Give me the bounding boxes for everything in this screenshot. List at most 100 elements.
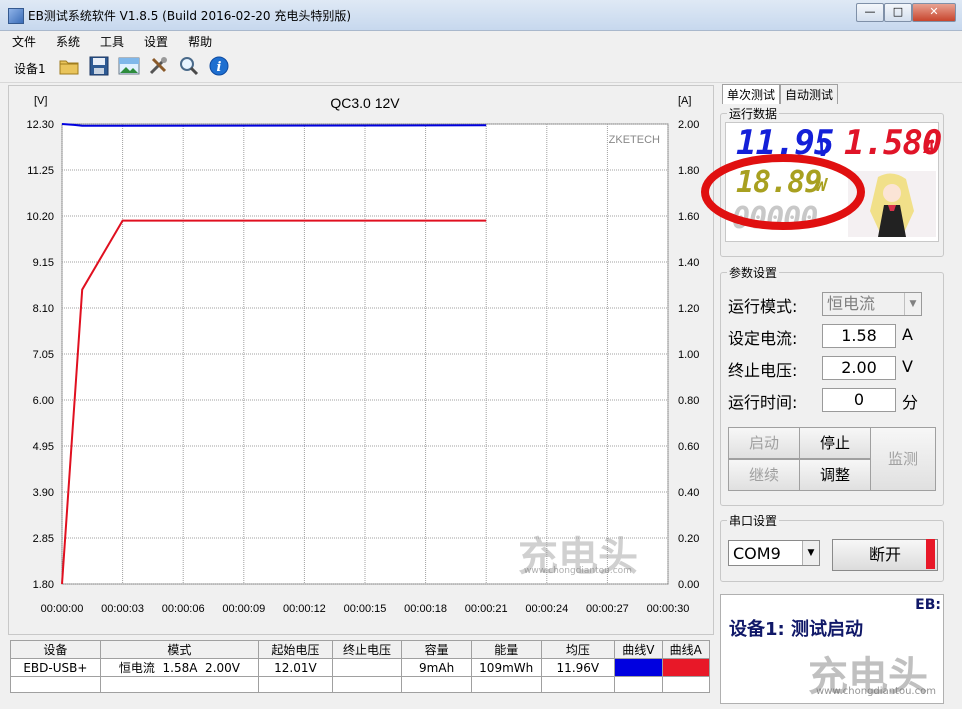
end-voltage-unit: V xyxy=(902,357,913,376)
curve-a-swatch[interactable] xyxy=(661,658,711,677)
table-cell xyxy=(470,676,542,693)
title-bar: EB测试系统软件 V1.8.5 (Build 2016-02-20 充电头特别版… xyxy=(0,0,962,31)
continue-button[interactable]: 继续 xyxy=(728,459,800,491)
x-tick-label: 00:00:18 xyxy=(404,603,447,615)
col-header: 终止电压 xyxy=(331,640,403,659)
x-tick-label: 00:00:12 xyxy=(283,603,326,615)
col-header: 曲线A xyxy=(661,640,711,659)
running-data-label: 运行数据 xyxy=(727,105,780,122)
maximize-button[interactable]: □ xyxy=(884,3,912,22)
run-time-label: 运行时间: xyxy=(728,393,798,412)
current-label: 设定电流: xyxy=(728,329,798,348)
table-cell xyxy=(10,676,101,693)
y-right-tick-label: 0.20 xyxy=(678,533,699,545)
col-header: 模式 xyxy=(99,640,260,659)
window-title: EB测试系统软件 V1.8.5 (Build 2016-02-20 充电头特别版… xyxy=(28,9,352,23)
y-right-tick-label: 0.00 xyxy=(678,579,699,591)
adjust-button[interactable]: 调整 xyxy=(799,459,871,491)
device-tab[interactable]: 设备1 xyxy=(14,60,46,77)
mode-select[interactable]: 恒电流 ▼ xyxy=(822,292,922,316)
y-left-tick-label: 1.80 xyxy=(33,579,54,591)
y-right-tick-label: 2.00 xyxy=(678,119,699,131)
picture-icon[interactable] xyxy=(118,55,140,77)
minimize-button[interactable]: — xyxy=(856,3,884,22)
table-cell xyxy=(401,676,472,693)
y-left-tick-label: 11.25 xyxy=(27,165,54,177)
tab-auto-test[interactable]: 自动测试 xyxy=(780,84,839,104)
table-cell: 11.96V xyxy=(540,658,616,677)
save-icon[interactable] xyxy=(88,55,110,77)
monitor-button[interactable]: 监测 xyxy=(870,427,936,491)
curve-v-swatch[interactable] xyxy=(614,658,663,677)
table-cell xyxy=(331,658,403,677)
col-header: 起始电压 xyxy=(258,640,333,659)
com-port-select[interactable]: COM9 ▼ xyxy=(728,540,820,566)
y-left-tick-label: 9.15 xyxy=(33,257,54,269)
end-voltage-input[interactable]: 2.00 xyxy=(822,356,896,380)
close-button[interactable]: ✕ xyxy=(912,3,956,22)
param-label: 参数设置 xyxy=(727,264,780,281)
search-icon[interactable] xyxy=(178,55,200,77)
tab-single-test[interactable]: 单次测试 xyxy=(722,84,781,104)
y-left-tick-label: 12.30 xyxy=(26,119,54,131)
table-cell: 9mAh xyxy=(401,658,472,677)
menu-help[interactable]: 帮助 xyxy=(176,31,220,50)
menu-bar: 文件 系统 工具 设置 帮助 xyxy=(0,31,962,51)
chart-title: QC3.0 12V xyxy=(330,95,400,111)
x-tick-label: 00:00:15 xyxy=(344,603,387,615)
table-cell: 109mWh xyxy=(470,658,542,677)
x-tick-label: 00:00:09 xyxy=(222,603,265,615)
status-table: 设备 模式 起始电压 终止电压 容量 能量 均压 曲线V 曲线A EBD-USB… xyxy=(10,640,711,693)
start-button[interactable]: 启动 xyxy=(728,427,800,459)
info-icon[interactable]: i xyxy=(208,55,230,77)
y-right-tick-label: 1.00 xyxy=(678,349,699,361)
disconnect-button[interactable]: 断开 xyxy=(832,539,938,571)
com-port-value: COM9 xyxy=(733,544,781,563)
x-tick-label: 00:00:00 xyxy=(41,603,84,615)
mode-value: 恒电流 xyxy=(827,294,876,313)
mode-label: 运行模式: xyxy=(728,297,798,316)
x-tick-label: 00:00:21 xyxy=(465,603,508,615)
col-header: 设备 xyxy=(10,640,101,659)
x-tick-label: 00:00:03 xyxy=(101,603,144,615)
table-cell xyxy=(258,676,333,693)
current-input[interactable]: 1.58 xyxy=(822,324,896,348)
chevron-down-icon: ▼ xyxy=(904,293,921,315)
table-cell xyxy=(540,676,616,693)
run-time-input[interactable]: 0 xyxy=(822,388,896,412)
y-right-tick-label: 1.40 xyxy=(678,257,699,269)
lcd-display: 11.95 V 1.580 A 18.89 W 00000 xyxy=(701,122,942,242)
right-axis-unit: [A] xyxy=(678,95,691,107)
col-header: 能量 xyxy=(470,640,542,659)
brand-watermark-url-2: www.chongdiantou.com xyxy=(816,686,936,697)
tools-icon[interactable] xyxy=(148,55,170,77)
app-icon xyxy=(8,8,24,24)
test-tabs: 单次测试 自动测试 xyxy=(722,84,839,104)
menu-file[interactable]: 文件 xyxy=(0,31,44,50)
y-right-tick-label: 1.20 xyxy=(678,303,699,315)
y-right-tick-label: 0.80 xyxy=(678,395,699,407)
y-left-tick-label: 10.20 xyxy=(26,211,54,223)
table-cell: 恒电流 1.58A 2.00V xyxy=(99,658,260,677)
status-message: 设备1: 测试启动 xyxy=(729,619,863,640)
left-axis-unit: [V] xyxy=(34,95,47,107)
menu-settings[interactable]: 设置 xyxy=(132,31,176,50)
y-right-tick-label: 1.60 xyxy=(678,211,699,223)
x-tick-label: 00:00:24 xyxy=(525,603,568,615)
stop-button[interactable]: 停止 xyxy=(799,427,871,459)
y-left-tick-label: 2.85 xyxy=(33,533,54,545)
connection-indicator xyxy=(926,539,935,569)
col-header: 容量 xyxy=(401,640,472,659)
open-folder-icon[interactable] xyxy=(58,55,80,77)
table-row[interactable] xyxy=(10,676,711,693)
menu-tools[interactable]: 工具 xyxy=(88,31,132,50)
table-cell: 12.01V xyxy=(258,658,333,677)
y-left-tick-label: 4.95 xyxy=(33,441,54,453)
run-time-unit: 分 xyxy=(902,393,919,412)
highlight-circle xyxy=(701,154,865,230)
menu-system[interactable]: 系统 xyxy=(44,31,88,50)
col-header: 均压 xyxy=(540,640,616,659)
svg-text:i: i xyxy=(217,60,222,75)
table-row[interactable]: EBD-USB+ 恒电流 1.58A 2.00V 12.01V 9mAh 109… xyxy=(10,658,711,677)
y-right-tick-label: 1.80 xyxy=(678,165,699,177)
